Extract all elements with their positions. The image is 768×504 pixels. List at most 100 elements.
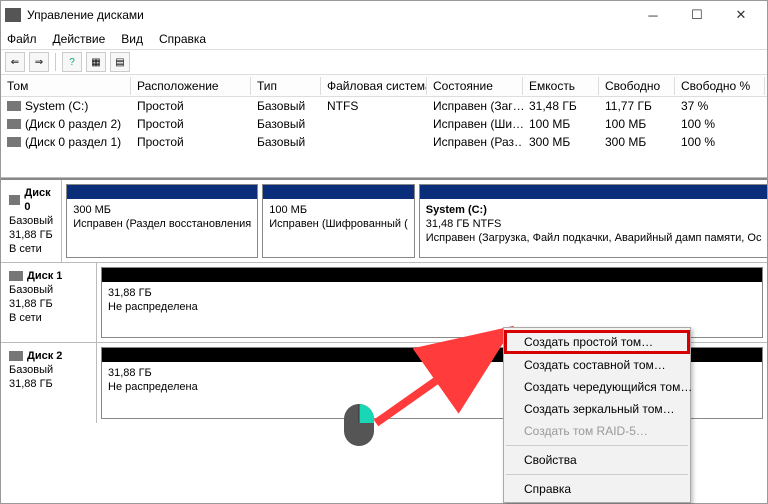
menu-create-mirror-volume[interactable]: Создать зеркальный том… xyxy=(504,398,690,420)
partition[interactable]: System (C:)31,48 ГБ NTFSИсправен (Загруз… xyxy=(419,184,767,258)
menu-properties[interactable]: Свойства xyxy=(504,449,690,471)
partition-size: 31,48 ГБ NTFS xyxy=(426,217,762,231)
disk-name: Диск 0 xyxy=(24,186,53,214)
volume-capacity: 100 МБ xyxy=(523,117,599,131)
titlebar: Управление дисками ─ ☐ ✕ xyxy=(1,1,767,29)
volume-row[interactable]: (Диск 0 раздел 2) Простой Базовый Исправ… xyxy=(1,115,767,133)
menu-action[interactable]: Действие xyxy=(51,31,108,47)
menu-help[interactable]: Справка xyxy=(157,31,208,47)
disk-type: Базовый xyxy=(9,283,88,297)
partition-stripe xyxy=(102,268,762,282)
menu-file[interactable]: Файл xyxy=(5,31,39,47)
menu-help[interactable]: Справка xyxy=(504,478,690,500)
disk-info[interactable]: Диск 1 Базовый 31,88 ГБ В сети xyxy=(1,263,97,342)
mouse-illustration-icon xyxy=(341,401,377,449)
volume-freepct: 37 % xyxy=(675,99,765,113)
disk-size: 31,88 ГБ xyxy=(9,228,53,242)
volume-fs: NTFS xyxy=(321,99,427,113)
partition-stripe xyxy=(263,185,414,199)
volume-icon xyxy=(7,119,21,129)
toolbar-properties-button[interactable]: ▦ xyxy=(86,52,106,72)
volume-type: Базовый xyxy=(251,117,321,131)
close-button[interactable]: ✕ xyxy=(719,1,763,29)
partition-status: Исправен (Шифрованный ( xyxy=(269,217,408,231)
maximize-button[interactable]: ☐ xyxy=(675,1,719,29)
toolbar: ⇐ ⇒ ? ▦ ▤ xyxy=(1,49,767,75)
volume-icon xyxy=(7,101,21,111)
window-title: Управление дисками xyxy=(27,8,631,22)
col-volume[interactable]: Том xyxy=(1,77,131,95)
volume-icon xyxy=(7,137,21,147)
volume-layout: Простой xyxy=(131,99,251,113)
volume-layout: Простой xyxy=(131,135,251,149)
col-capacity[interactable]: Емкость xyxy=(523,77,599,95)
menu-create-simple-volume[interactable]: Создать простой том… xyxy=(504,330,690,354)
volume-layout: Простой xyxy=(131,117,251,131)
menu-create-raid5-volume: Создать том RAID-5… xyxy=(504,420,690,442)
volume-status: Исправен (Раз… xyxy=(427,135,523,149)
disk-name: Диск 2 xyxy=(27,349,62,363)
disk-info[interactable]: Диск 2 Базовый 31,88 ГБ xyxy=(1,343,97,423)
toolbar-back-button[interactable]: ⇐ xyxy=(5,52,25,72)
menubar: Файл Действие Вид Справка xyxy=(1,29,767,49)
col-freepct[interactable]: Свободно % xyxy=(675,77,765,95)
volume-status: Исправен (Заг… xyxy=(427,99,523,113)
volume-freepct: 100 % xyxy=(675,117,765,131)
partition-size: 31,88 ГБ xyxy=(108,286,756,300)
disk-icon xyxy=(9,351,23,361)
volume-capacity: 300 МБ xyxy=(523,135,599,149)
disk-info[interactable]: Диск 0 Базовый 31,88 ГБ В сети xyxy=(1,180,62,262)
toolbar-forward-button[interactable]: ⇒ xyxy=(29,52,49,72)
volume-row[interactable]: System (C:) Простой Базовый NTFS Исправе… xyxy=(1,97,767,115)
disk-row: Диск 0 Базовый 31,88 ГБ В сети 300 МБИсп… xyxy=(1,180,767,263)
partition-title: System (C:) xyxy=(426,204,487,216)
disk-status: В сети xyxy=(9,311,88,325)
volume-list: Том Расположение Тип Файловая система Со… xyxy=(1,75,767,178)
disk-status: В сети xyxy=(9,242,53,256)
volume-status: Исправен (Ши… xyxy=(427,117,523,131)
volume-free: 100 МБ xyxy=(599,117,675,131)
volume-row[interactable]: (Диск 0 раздел 1) Простой Базовый Исправ… xyxy=(1,133,767,151)
col-layout[interactable]: Расположение xyxy=(131,77,251,95)
volume-capacity: 31,48 ГБ xyxy=(523,99,599,113)
partition-size: 300 МБ xyxy=(73,203,251,217)
disk-size: 31,88 ГБ xyxy=(9,377,88,391)
col-type[interactable]: Тип xyxy=(251,77,321,95)
toolbar-help-button[interactable]: ▤ xyxy=(110,52,130,72)
disk-icon xyxy=(9,271,23,281)
disk-size: 31,88 ГБ xyxy=(9,297,88,311)
volume-name: System (C:) xyxy=(25,99,88,113)
volume-freepct: 100 % xyxy=(675,135,765,149)
volume-name: (Диск 0 раздел 1) xyxy=(25,135,121,149)
volume-free: 11,77 ГБ xyxy=(599,99,675,113)
partition[interactable]: 300 МБИсправен (Раздел восстановления xyxy=(66,184,258,258)
menu-create-striped-volume[interactable]: Создать чередующийся том… xyxy=(504,376,690,398)
context-menu: Создать простой том… Создать составной т… xyxy=(503,327,691,503)
partition-stripe xyxy=(67,185,257,199)
disk-icon xyxy=(9,195,20,205)
disk-type: Базовый xyxy=(9,363,88,377)
app-icon xyxy=(5,8,21,22)
menu-separator xyxy=(506,474,688,475)
col-free[interactable]: Свободно xyxy=(599,77,675,95)
volume-type: Базовый xyxy=(251,135,321,149)
col-status[interactable]: Состояние xyxy=(427,77,523,95)
col-filesystem[interactable]: Файловая система xyxy=(321,77,427,95)
partition-status: Не распределена xyxy=(108,300,756,314)
volume-name: (Диск 0 раздел 2) xyxy=(25,117,121,131)
volume-free: 300 МБ xyxy=(599,135,675,149)
partition-status: Исправен (Раздел восстановления xyxy=(73,217,251,231)
volume-header-row: Том Расположение Тип Файловая система Со… xyxy=(1,75,767,97)
menu-separator xyxy=(506,445,688,446)
partition-status: Исправен (Загрузка, Файл подкачки, Авари… xyxy=(426,231,762,245)
volume-type: Базовый xyxy=(251,99,321,113)
partition-stripe xyxy=(420,185,767,199)
disk-type: Базовый xyxy=(9,214,53,228)
minimize-button[interactable]: ─ xyxy=(631,1,675,29)
menu-view[interactable]: Вид xyxy=(119,31,145,47)
menu-create-spanned-volume[interactable]: Создать составной том… xyxy=(504,354,690,376)
partition[interactable]: 100 МБИсправен (Шифрованный ( xyxy=(262,184,415,258)
partition-size: 100 МБ xyxy=(269,203,408,217)
toolbar-refresh-button[interactable]: ? xyxy=(62,52,82,72)
disk-name: Диск 1 xyxy=(27,269,62,283)
